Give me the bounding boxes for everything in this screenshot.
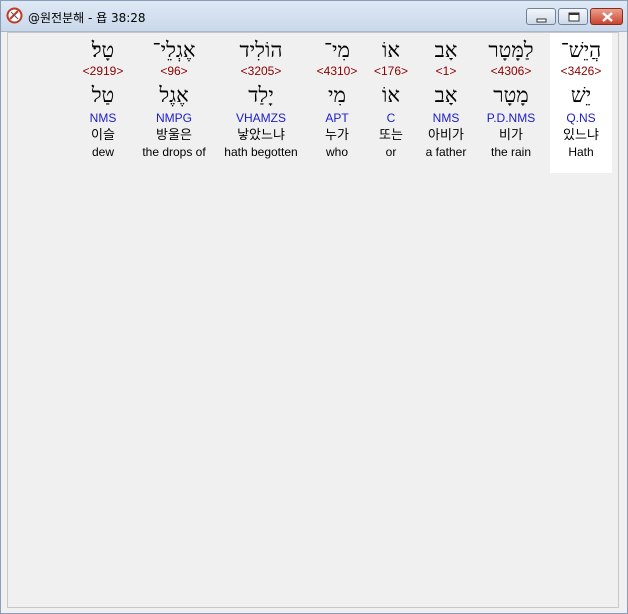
word-column-6[interactable]: הוֹלִיד <3205> יָלַד VHAMZS 낳았느냐 hath be… — [216, 33, 306, 173]
minimize-button[interactable] — [526, 8, 556, 25]
title-bar[interactable]: @원전분해 - 욥 38:28 — [1, 1, 627, 32]
word-column-4[interactable]: אוֹ <176> אוֹ C 또는 or — [368, 33, 414, 173]
word-column-3[interactable]: אָב <1> אָב NMS 아비가 a father — [418, 33, 474, 173]
korean-gloss: 방울은 — [156, 128, 192, 143]
hebrew-word: אֶגְלֵי־ — [152, 38, 196, 62]
korean-gloss: 낳았느냐 — [237, 128, 285, 143]
strong-number[interactable]: <2919> — [76, 63, 130, 79]
english-gloss: the rain — [490, 145, 532, 159]
hebrew-word: הֲיֵשׁ־ — [560, 38, 602, 62]
morph-code: NMPG — [156, 111, 192, 125]
english-gloss: a father — [425, 145, 467, 159]
app-logo-icon — [6, 7, 23, 24]
restore-icon — [568, 12, 580, 22]
strong-number[interactable]: <96> — [136, 63, 212, 79]
strong-number[interactable]: <3426> — [550, 63, 612, 79]
word-analysis-panel[interactable]: הֲיֵשׁ־ <3426> יֵשׁ Q.NS 있느냐 Hath לַמָּט… — [7, 32, 619, 608]
morph-code: P.D.NMS — [486, 111, 536, 125]
word-column-1[interactable]: הֲיֵשׁ־ <3426> יֵשׁ Q.NS 있느냐 Hath — [550, 33, 612, 173]
minimize-icon — [536, 18, 547, 23]
english-gloss: or — [385, 145, 397, 159]
hebrew-word: אָב — [434, 38, 458, 62]
strong-number[interactable]: <3205> — [216, 63, 306, 79]
hebrew-lemma: אוֹ — [382, 83, 400, 107]
strong-number[interactable]: <4310> — [310, 63, 364, 79]
hebrew-word: אוֹ — [382, 38, 400, 62]
korean-gloss: 비가 — [499, 128, 523, 143]
hebrew-lemma: אָב — [434, 83, 458, 107]
morph-code: C — [386, 111, 396, 125]
morph-code: NMS — [89, 111, 117, 125]
close-icon — [602, 12, 613, 22]
word-column-2[interactable]: לַמָּטָר <4306> מָטָר P.D.NMS 비가 the rai… — [474, 33, 548, 173]
word-column-8[interactable]: טָל׃ <2919> טַל NMS 이슬 dew — [76, 33, 130, 173]
app-window: @원전분해 - 욥 38:28 הֲיֵשׁ־ <3426> יֵשׁ Q.NS… — [0, 0, 628, 614]
strong-number[interactable]: <1> — [418, 63, 474, 79]
hebrew-lemma: יֵשׁ — [570, 83, 592, 107]
close-button[interactable] — [590, 8, 623, 25]
window-title: @원전분해 - 욥 38:28 — [28, 11, 146, 25]
english-gloss: Hath — [568, 145, 594, 159]
english-gloss: who — [325, 145, 348, 159]
hebrew-word: הוֹלִיד — [239, 38, 283, 62]
word-column-7[interactable]: אֶגְלֵי־ <96> אֶגֶל NMPG 방울은 the drops o… — [136, 33, 212, 173]
korean-gloss: 또는 — [379, 128, 403, 143]
hebrew-word: טָל׃ — [91, 38, 115, 62]
strong-number[interactable]: <4306> — [474, 63, 548, 79]
hebrew-lemma: יָלַד — [248, 83, 274, 107]
korean-gloss: 이슬 — [91, 128, 115, 143]
hebrew-word: לַמָּטָר — [488, 38, 534, 62]
korean-gloss: 아비가 — [428, 128, 464, 143]
hebrew-lemma: מִי — [328, 83, 346, 107]
morph-code: Q.NS — [566, 111, 596, 125]
korean-gloss: 있느냐 — [563, 128, 599, 143]
maximize-button[interactable] — [558, 8, 588, 25]
word-column-5[interactable]: מִי־ <4310> מִי APT 누가 who — [310, 33, 364, 173]
hebrew-lemma: אֶגֶל — [159, 83, 189, 107]
strong-number[interactable]: <176> — [368, 63, 414, 79]
morph-code: NMS — [432, 111, 460, 125]
morph-code: APT — [325, 111, 349, 125]
english-gloss: hath begotten — [224, 145, 298, 159]
hebrew-lemma: מָטָר — [493, 83, 529, 107]
morph-code: VHAMZS — [235, 111, 286, 125]
hebrew-lemma: טַל — [91, 83, 115, 107]
korean-gloss: 누가 — [325, 128, 349, 143]
english-gloss: the drops of — [142, 145, 206, 159]
hebrew-word: מִי־ — [324, 38, 350, 62]
english-gloss: dew — [91, 145, 114, 159]
